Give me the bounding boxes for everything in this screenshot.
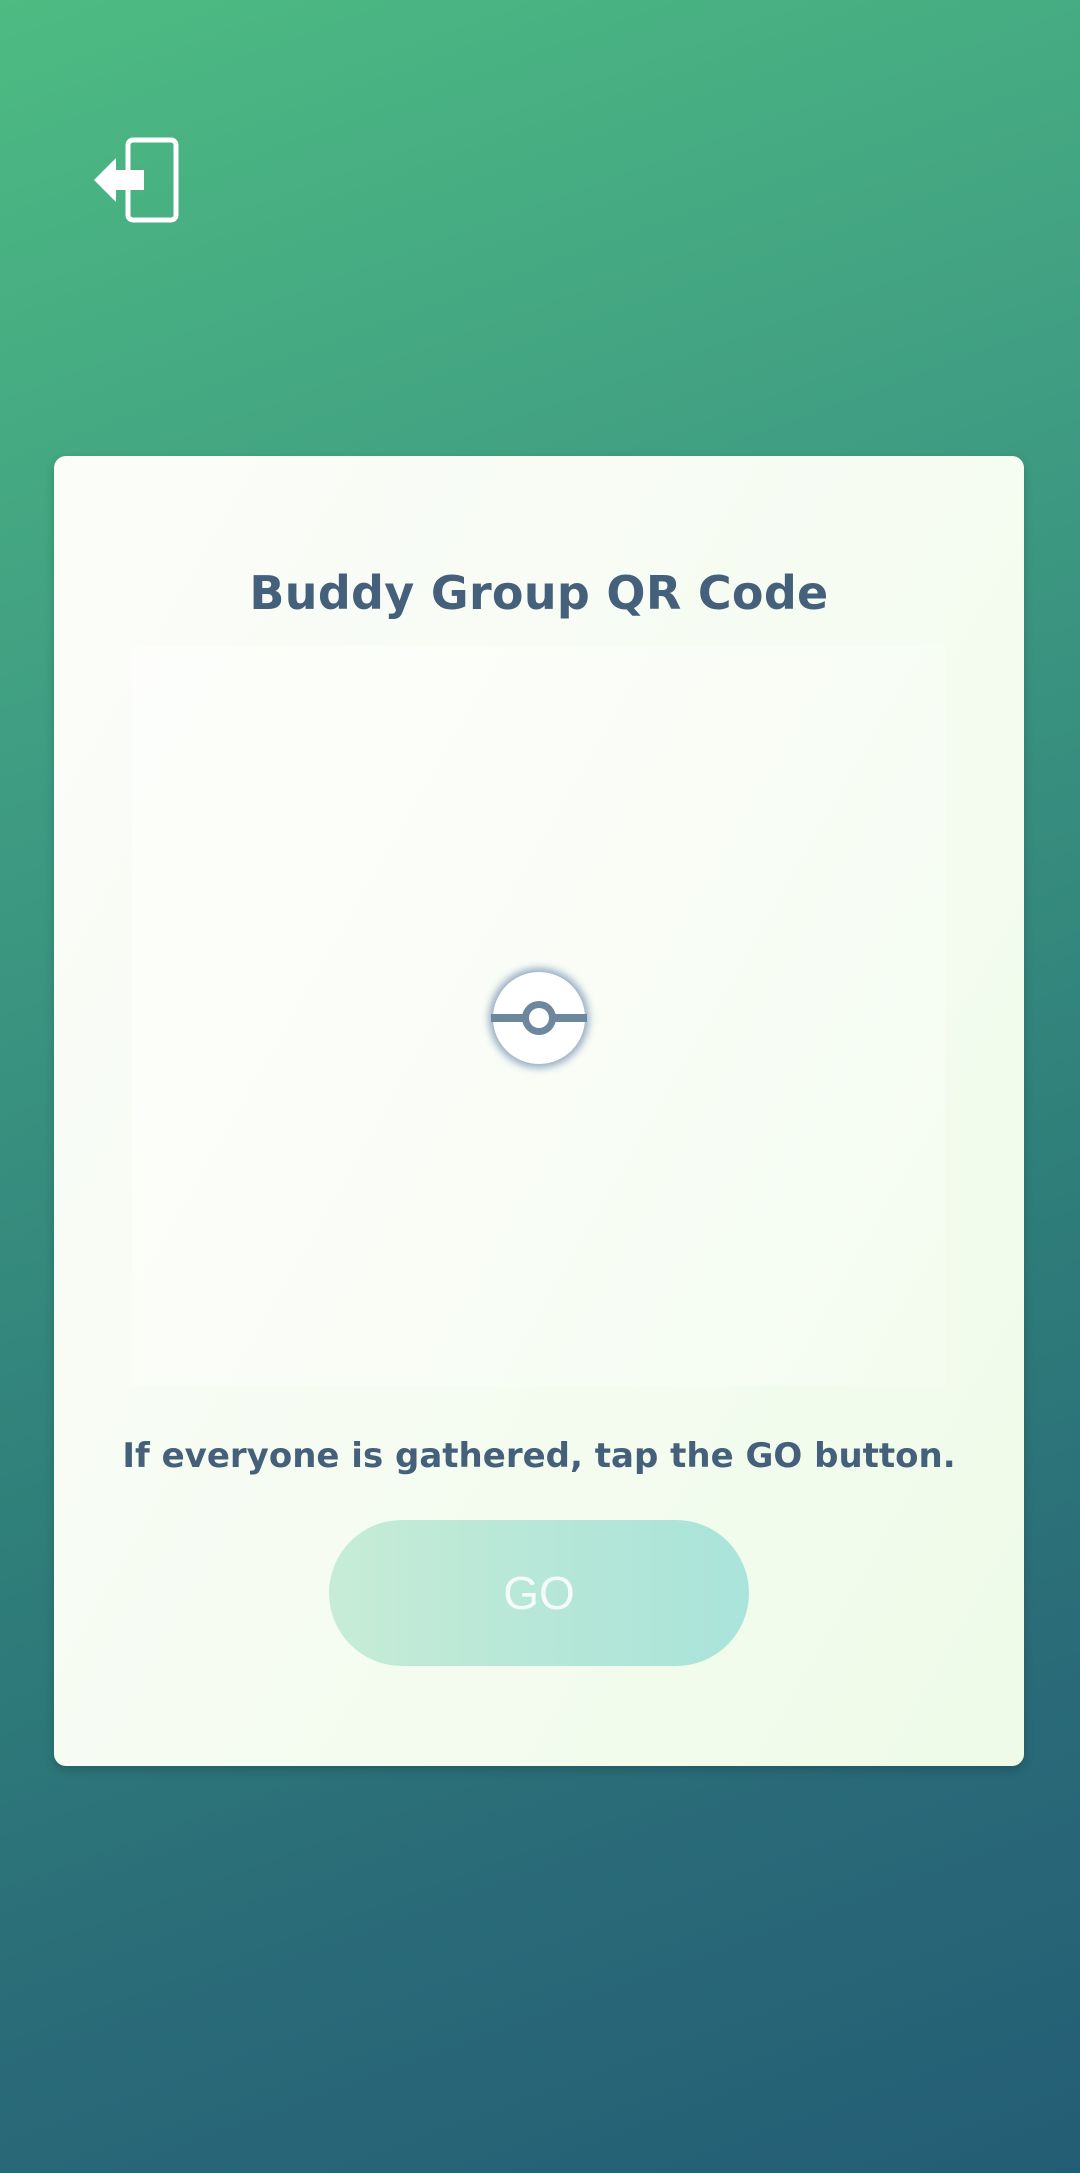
go-button-label: GO [503, 1567, 575, 1619]
exit-door-icon [94, 137, 179, 223]
card-title: Buddy Group QR Code [249, 566, 829, 620]
exit-button[interactable] [86, 130, 186, 230]
go-button[interactable]: GO [329, 1520, 749, 1666]
instruction-text: If everyone is gathered, tap the GO butt… [122, 1436, 956, 1476]
buddy-group-card: Buddy Group QR Code If everyone is gathe… [54, 456, 1024, 1766]
pokeball-loading-icon [487, 966, 591, 1070]
